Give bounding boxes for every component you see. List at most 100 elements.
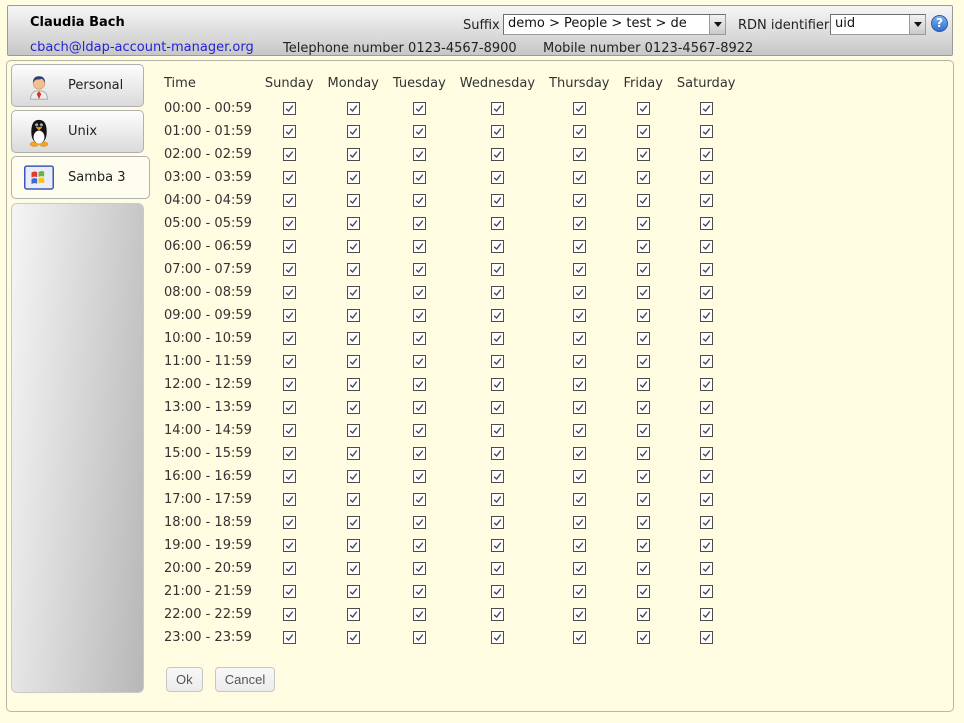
hour-checkbox-sunday-11[interactable]	[283, 355, 296, 368]
tab-samba3[interactable]: Samba 3	[11, 156, 150, 199]
hour-checkbox-thursday-22[interactable]	[573, 608, 586, 621]
hour-checkbox-tuesday-11[interactable]	[413, 355, 426, 368]
hour-checkbox-friday-13[interactable]	[637, 401, 650, 414]
hour-checkbox-sunday-6[interactable]	[283, 240, 296, 253]
hour-checkbox-monday-11[interactable]	[347, 355, 360, 368]
hour-checkbox-saturday-6[interactable]	[700, 240, 713, 253]
hour-checkbox-saturday-8[interactable]	[700, 286, 713, 299]
hour-checkbox-monday-20[interactable]	[347, 562, 360, 575]
hour-checkbox-tuesday-7[interactable]	[413, 263, 426, 276]
hour-checkbox-monday-14[interactable]	[347, 424, 360, 437]
hour-checkbox-friday-20[interactable]	[637, 562, 650, 575]
hour-checkbox-monday-19[interactable]	[347, 539, 360, 552]
hour-checkbox-monday-15[interactable]	[347, 447, 360, 460]
hour-checkbox-monday-8[interactable]	[347, 286, 360, 299]
hour-checkbox-saturday-18[interactable]	[700, 516, 713, 529]
hour-checkbox-thursday-5[interactable]	[573, 217, 586, 230]
hour-checkbox-thursday-19[interactable]	[573, 539, 586, 552]
hour-checkbox-sunday-8[interactable]	[283, 286, 296, 299]
hour-checkbox-monday-5[interactable]	[347, 217, 360, 230]
hour-checkbox-tuesday-23[interactable]	[413, 631, 426, 644]
tab-personal[interactable]: Personal	[11, 64, 144, 107]
hour-checkbox-wednesday-7[interactable]	[491, 263, 504, 276]
hour-checkbox-monday-0[interactable]	[347, 102, 360, 115]
hour-checkbox-sunday-19[interactable]	[283, 539, 296, 552]
hour-checkbox-monday-6[interactable]	[347, 240, 360, 253]
rdn-select-dropdown-button[interactable]	[909, 15, 925, 34]
hour-checkbox-saturday-7[interactable]	[700, 263, 713, 276]
hour-checkbox-tuesday-8[interactable]	[413, 286, 426, 299]
hour-checkbox-saturday-9[interactable]	[700, 309, 713, 322]
hour-checkbox-tuesday-4[interactable]	[413, 194, 426, 207]
hour-checkbox-thursday-11[interactable]	[573, 355, 586, 368]
hour-checkbox-wednesday-13[interactable]	[491, 401, 504, 414]
hour-checkbox-wednesday-23[interactable]	[491, 631, 504, 644]
hour-checkbox-tuesday-2[interactable]	[413, 148, 426, 161]
hour-checkbox-wednesday-10[interactable]	[491, 332, 504, 345]
hour-checkbox-thursday-1[interactable]	[573, 125, 586, 138]
hour-checkbox-tuesday-20[interactable]	[413, 562, 426, 575]
hour-checkbox-monday-10[interactable]	[347, 332, 360, 345]
hour-checkbox-tuesday-12[interactable]	[413, 378, 426, 391]
hour-checkbox-saturday-22[interactable]	[700, 608, 713, 621]
hour-checkbox-monday-7[interactable]	[347, 263, 360, 276]
hour-checkbox-tuesday-9[interactable]	[413, 309, 426, 322]
hour-checkbox-saturday-1[interactable]	[700, 125, 713, 138]
hour-checkbox-thursday-15[interactable]	[573, 447, 586, 460]
hour-checkbox-thursday-6[interactable]	[573, 240, 586, 253]
hour-checkbox-wednesday-3[interactable]	[491, 171, 504, 184]
hour-checkbox-sunday-23[interactable]	[283, 631, 296, 644]
hour-checkbox-sunday-14[interactable]	[283, 424, 296, 437]
hour-checkbox-wednesday-9[interactable]	[491, 309, 504, 322]
hour-checkbox-friday-8[interactable]	[637, 286, 650, 299]
hour-checkbox-monday-4[interactable]	[347, 194, 360, 207]
hour-checkbox-friday-15[interactable]	[637, 447, 650, 460]
hour-checkbox-thursday-10[interactable]	[573, 332, 586, 345]
hour-checkbox-thursday-20[interactable]	[573, 562, 586, 575]
hour-checkbox-thursday-17[interactable]	[573, 493, 586, 506]
hour-checkbox-wednesday-20[interactable]	[491, 562, 504, 575]
hour-checkbox-monday-9[interactable]	[347, 309, 360, 322]
ok-button[interactable]: Ok	[166, 667, 203, 692]
cancel-button[interactable]: Cancel	[215, 667, 275, 692]
hour-checkbox-sunday-3[interactable]	[283, 171, 296, 184]
hour-checkbox-tuesday-15[interactable]	[413, 447, 426, 460]
hour-checkbox-wednesday-15[interactable]	[491, 447, 504, 460]
hour-checkbox-friday-5[interactable]	[637, 217, 650, 230]
hour-checkbox-sunday-7[interactable]	[283, 263, 296, 276]
hour-checkbox-sunday-2[interactable]	[283, 148, 296, 161]
hour-checkbox-tuesday-13[interactable]	[413, 401, 426, 414]
hour-checkbox-friday-4[interactable]	[637, 194, 650, 207]
hour-checkbox-wednesday-21[interactable]	[491, 585, 504, 598]
hour-checkbox-wednesday-19[interactable]	[491, 539, 504, 552]
help-icon[interactable]: ?	[931, 15, 948, 32]
hour-checkbox-friday-11[interactable]	[637, 355, 650, 368]
hour-checkbox-sunday-16[interactable]	[283, 470, 296, 483]
hour-checkbox-tuesday-0[interactable]	[413, 102, 426, 115]
hour-checkbox-thursday-18[interactable]	[573, 516, 586, 529]
hour-checkbox-wednesday-16[interactable]	[491, 470, 504, 483]
hour-checkbox-monday-2[interactable]	[347, 148, 360, 161]
hour-checkbox-saturday-17[interactable]	[700, 493, 713, 506]
hour-checkbox-tuesday-1[interactable]	[413, 125, 426, 138]
hour-checkbox-sunday-1[interactable]	[283, 125, 296, 138]
hour-checkbox-wednesday-2[interactable]	[491, 148, 504, 161]
hour-checkbox-monday-23[interactable]	[347, 631, 360, 644]
hour-checkbox-friday-14[interactable]	[637, 424, 650, 437]
hour-checkbox-wednesday-0[interactable]	[491, 102, 504, 115]
hour-checkbox-sunday-21[interactable]	[283, 585, 296, 598]
hour-checkbox-sunday-5[interactable]	[283, 217, 296, 230]
hour-checkbox-friday-19[interactable]	[637, 539, 650, 552]
hour-checkbox-monday-17[interactable]	[347, 493, 360, 506]
hour-checkbox-thursday-8[interactable]	[573, 286, 586, 299]
hour-checkbox-tuesday-22[interactable]	[413, 608, 426, 621]
hour-checkbox-monday-16[interactable]	[347, 470, 360, 483]
hour-checkbox-friday-1[interactable]	[637, 125, 650, 138]
hour-checkbox-thursday-16[interactable]	[573, 470, 586, 483]
hour-checkbox-wednesday-6[interactable]	[491, 240, 504, 253]
hour-checkbox-friday-10[interactable]	[637, 332, 650, 345]
hour-checkbox-thursday-12[interactable]	[573, 378, 586, 391]
hour-checkbox-tuesday-16[interactable]	[413, 470, 426, 483]
hour-checkbox-saturday-3[interactable]	[700, 171, 713, 184]
hour-checkbox-friday-17[interactable]	[637, 493, 650, 506]
